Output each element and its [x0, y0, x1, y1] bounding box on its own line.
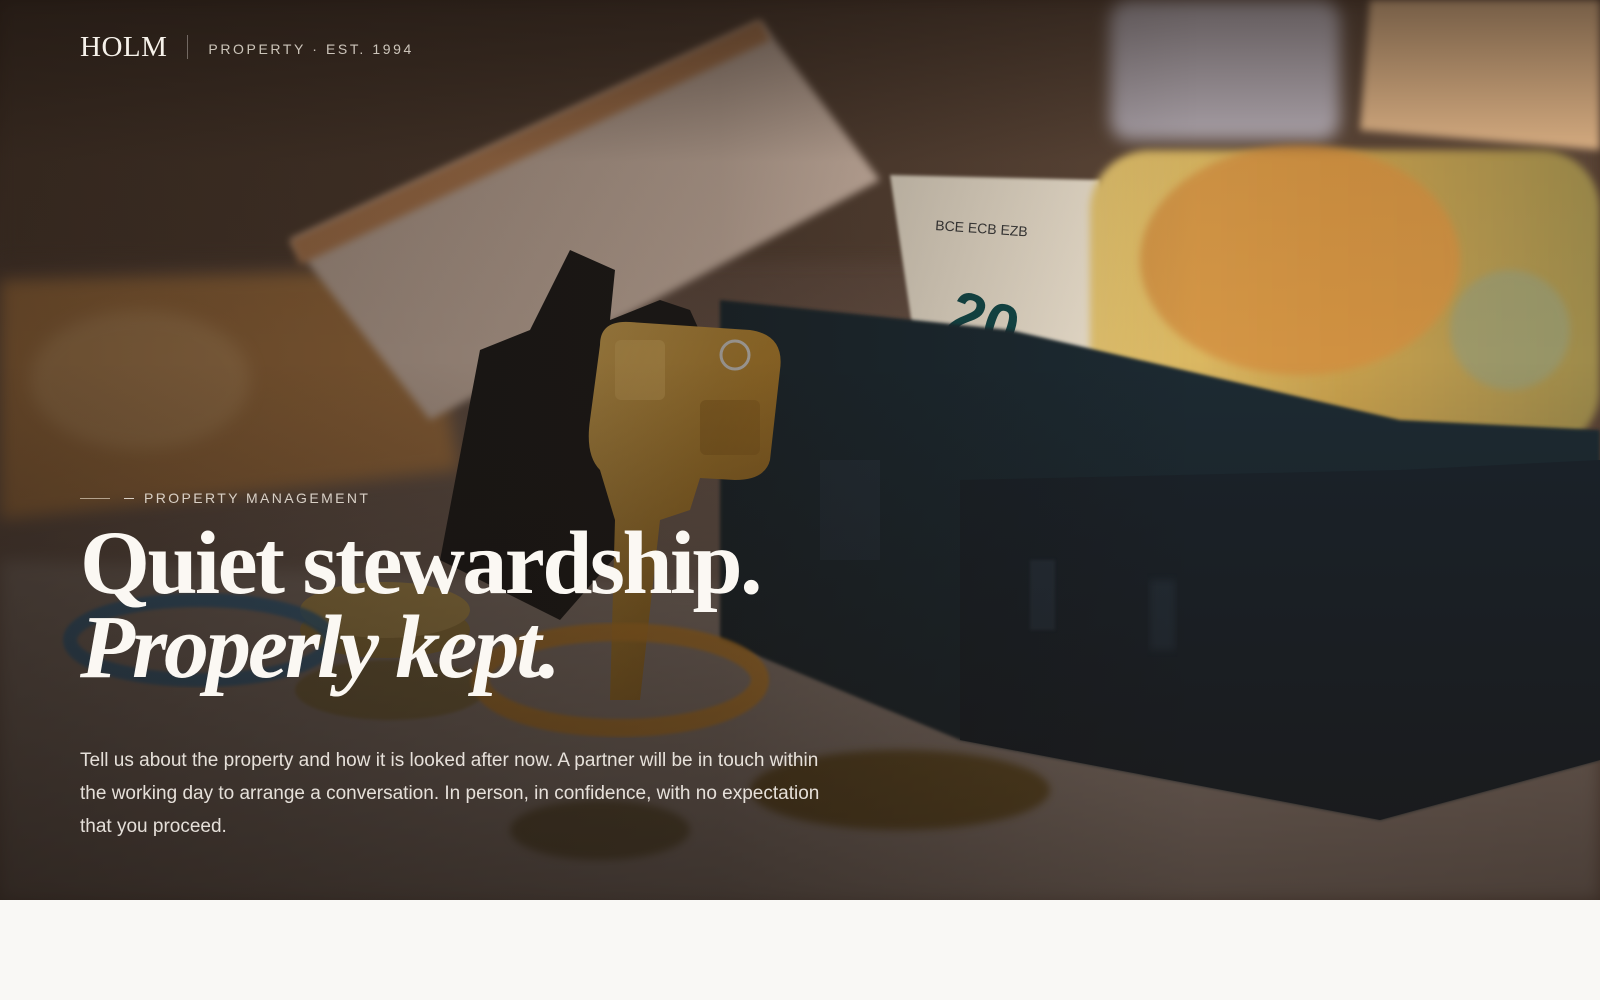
eyebrow-label: PROPERTY MANAGEMENT	[144, 490, 371, 506]
section-eyebrow: PROPERTY MANAGEMENT	[80, 490, 370, 506]
site-header: HOLM PROPERTY · EST. 1994	[80, 30, 414, 64]
brand-logo[interactable]: HOLM	[80, 31, 167, 64]
headline-line-2: Properly kept.	[80, 598, 561, 697]
hero-section: BCE ECB EZB 20 HOLM PROPERTY · EST. 1994	[0, 0, 1600, 900]
hero-headline: Quiet stewardship. Properly kept.	[80, 514, 980, 697]
eyebrow-rule	[80, 497, 110, 499]
hero-lede: Tell us about the property and how it is…	[80, 750, 820, 837]
header-divider	[187, 35, 189, 59]
eyebrow-dash	[124, 497, 134, 499]
headline-line-1: Quiet stewardship.	[80, 514, 763, 613]
brand-tagline: PROPERTY · EST. 1994	[208, 41, 414, 57]
